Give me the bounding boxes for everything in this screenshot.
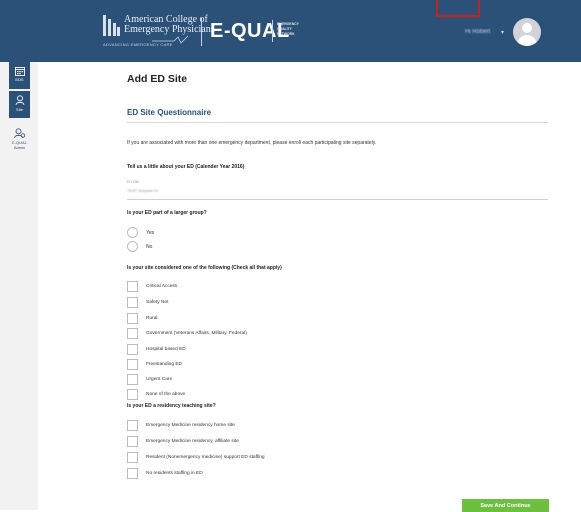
sidebar-item-label: EDS [15,77,24,82]
radio-circle[interactable] [127,241,138,252]
checkbox-label: Government (Veterans Affairs, Military, … [146,331,247,336]
page-title: Add ED Site [127,73,188,85]
equal-subtitle: EMERGENCY QUALITY NETWORK [277,22,299,36]
checkbox[interactable] [127,313,138,324]
sidebar-item-equal-admin[interactable]: E-QUAL Admin [9,124,30,150]
sidebar: EDS Site E-QUAL Admin [0,62,38,510]
checkbox-label: Hospital based ED [146,347,186,352]
checkbox-label: Resident (Nonemergency medicine) support… [146,455,265,460]
checkbox-label: Freestanding ED [146,362,182,367]
calendar-icon [14,67,25,76]
checkbox-government[interactable]: Government (Veterans Affairs, Military, … [127,328,247,339]
checkbox-label: Rural [146,316,158,321]
main-content: Add ED Site ED Site Questionnaire If you… [38,62,581,512]
checkbox[interactable] [127,452,138,463]
checkbox-safety-net[interactable]: Safety Net [127,297,168,308]
sidebar-item-label: Site [16,107,23,112]
section-divider [127,122,548,123]
checkbox[interactable] [127,344,138,355]
checkbox[interactable] [127,389,138,400]
ed-name-underline [127,199,548,200]
chevron-down-icon[interactable]: ▾ [501,29,504,36]
admin-users-icon [13,128,25,139]
checkbox-none[interactable]: None of the above [127,389,185,400]
checkbox-freestanding[interactable]: Freestanding ED [127,359,182,370]
checkbox[interactable] [127,420,138,431]
checkbox-urgent-care[interactable]: Urgent Care [127,374,172,385]
equal-divider [272,20,273,42]
radio-label: Yes [146,229,155,236]
checkbox[interactable] [127,436,138,447]
q1-heading: Tell us a little about your ED (Calender… [127,164,245,170]
checkbox-label: Critical Access [146,284,178,289]
ed-name-label: ED Site [127,180,139,184]
checkbox-no-residents[interactable]: No residents staffing in ED [127,468,203,479]
checkbox-rural[interactable]: Rural [127,313,157,324]
sidebar-item-label-line2: Admin [13,145,26,150]
radio-circle[interactable] [127,227,138,238]
checkbox[interactable] [127,374,138,385]
acep-logo[interactable]: American College of Emergency Physicians [103,15,215,36]
highlight-box [436,0,480,17]
sidebar-item-eds[interactable]: EDS [9,62,30,89]
radio-no[interactable]: No [127,241,152,252]
intro-text: If you are associated with more than one… [127,140,377,146]
checkbox-label: None of the above [146,392,186,397]
radio-yes[interactable]: Yes [127,227,154,238]
user-icon [15,95,24,106]
checkbox-critical-access[interactable]: Critical Access [127,281,177,292]
q2-heading: Is your ED part of a larger group? [127,210,207,216]
checkbox-nonem-resident[interactable]: Resident (Nonemergency medicine) support… [127,452,265,463]
checkbox[interactable] [127,468,138,479]
checkbox-label: No residents staffing in ED [146,471,203,476]
checkbox-label: Emergency Medicine residency, affiliate … [146,439,239,444]
checkbox-hospital-based[interactable]: Hospital based ED [127,344,186,355]
header-divider [201,18,202,46]
radio-label: No [146,243,153,250]
q3-heading: Is your site considered one of the follo… [127,265,282,271]
checkbox[interactable] [127,281,138,292]
checkbox[interactable] [127,328,138,339]
checkbox-label: Emergency Medicine residency home site [146,423,235,428]
section-title: ED Site Questionnaire [127,108,212,117]
checkbox[interactable] [127,297,138,308]
user-name[interactable]: Hi Robert [465,29,490,35]
checkbox-label: Urgent Care [146,377,173,382]
checkbox-em-affiliate-site[interactable]: Emergency Medicine residency, affiliate … [127,436,239,447]
save-and-continue-button[interactable]: Save And Continue [462,499,549,512]
checkbox-label: Safety Net [146,300,169,305]
ed-name-field[interactable]: TEST Hospital 01 [127,188,158,193]
checkbox[interactable] [127,359,138,370]
checkbox-em-home-site[interactable]: Emergency Medicine residency home site [127,420,235,431]
q4-heading: Is your ED a residency teaching site? [127,403,216,409]
top-header: American College of Emergency Physicians… [0,0,581,62]
avatar[interactable] [513,18,541,46]
sidebar-item-site[interactable]: Site [9,91,30,118]
acep-logo-mark [103,15,120,36]
signature-mark [152,35,189,44]
